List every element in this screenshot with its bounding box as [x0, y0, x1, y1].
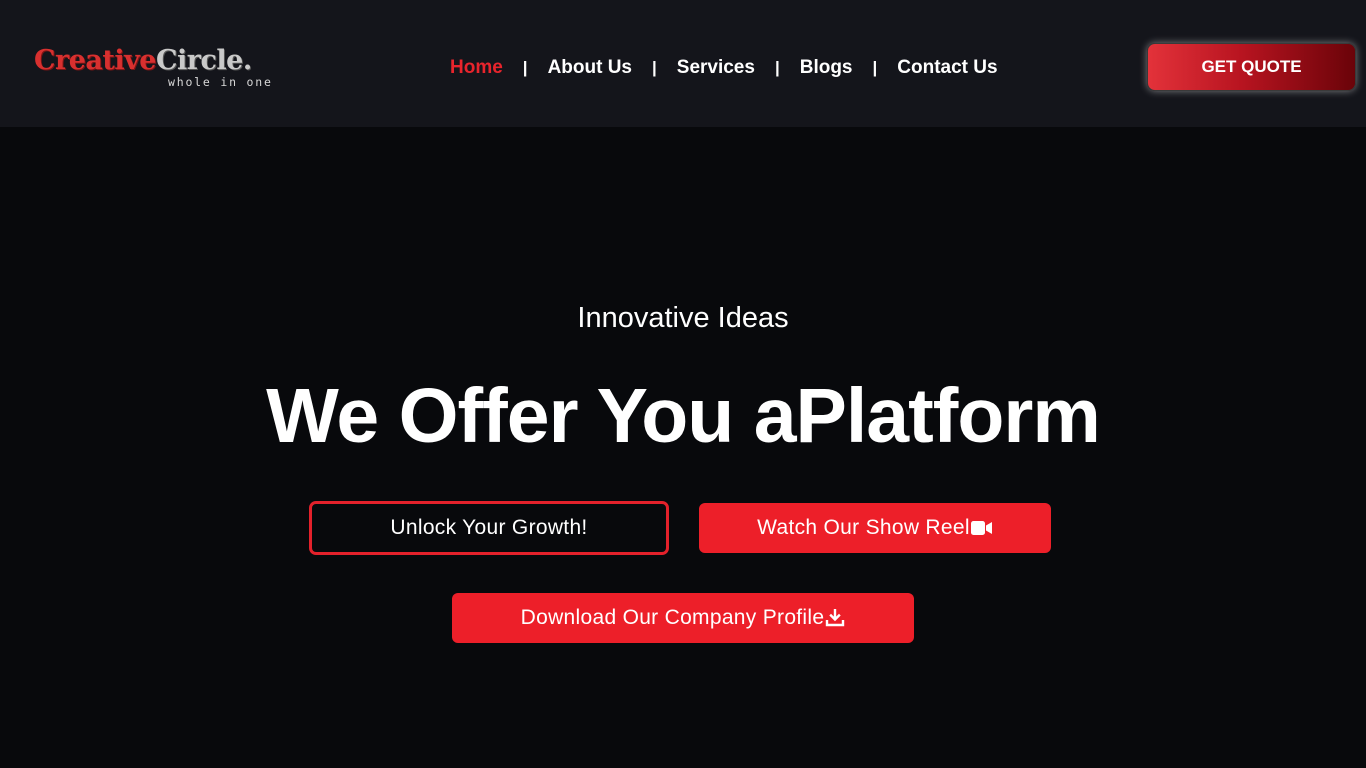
nav-contact-us[interactable]: Contact Us: [887, 57, 1007, 79]
nav-about-us[interactable]: About Us: [538, 57, 642, 79]
get-quote-button[interactable]: GET QUOTE: [1147, 43, 1356, 91]
logo-tagline: whole in one: [168, 75, 273, 89]
site-header: CreativeCircle. whole in one Home | Abou…: [0, 0, 1366, 127]
watch-show-reel-button[interactable]: Watch Our Show Reel: [699, 503, 1051, 553]
nav-separator: |: [872, 58, 878, 77]
download-company-profile-button[interactable]: Download Our Company Profile: [452, 593, 914, 643]
logo-wordmark: CreativeCircle.: [34, 44, 274, 78]
unlock-growth-button[interactable]: Unlock Your Growth!: [309, 501, 669, 555]
hero-title: We Offer You aPlatform: [266, 373, 1101, 459]
creative-circle-logo[interactable]: CreativeCircle. whole in one: [34, 44, 274, 94]
download-icon: [826, 609, 845, 627]
watch-show-reel-label: Watch Our Show Reel: [757, 516, 970, 539]
logo-word-circle: Circle.: [155, 45, 252, 76]
nav-services[interactable]: Services: [667, 57, 765, 79]
nav-separator: |: [522, 58, 528, 77]
download-profile-label: Download Our Company Profile: [520, 606, 825, 629]
nav-separator: |: [652, 58, 657, 77]
nav-home[interactable]: Home: [440, 57, 513, 79]
nav-blogs[interactable]: Blogs: [790, 57, 863, 79]
main-nav: Home | About Us | Services | Blogs | Con…: [440, 55, 1008, 81]
unlock-growth-label: Unlock Your Growth!: [390, 516, 588, 539]
nav-separator: |: [774, 58, 780, 77]
logo-word-creative: Creative: [34, 45, 156, 76]
hero-kicker: Innovative Ideas: [577, 302, 789, 334]
video-camera-icon: [970, 521, 992, 535]
